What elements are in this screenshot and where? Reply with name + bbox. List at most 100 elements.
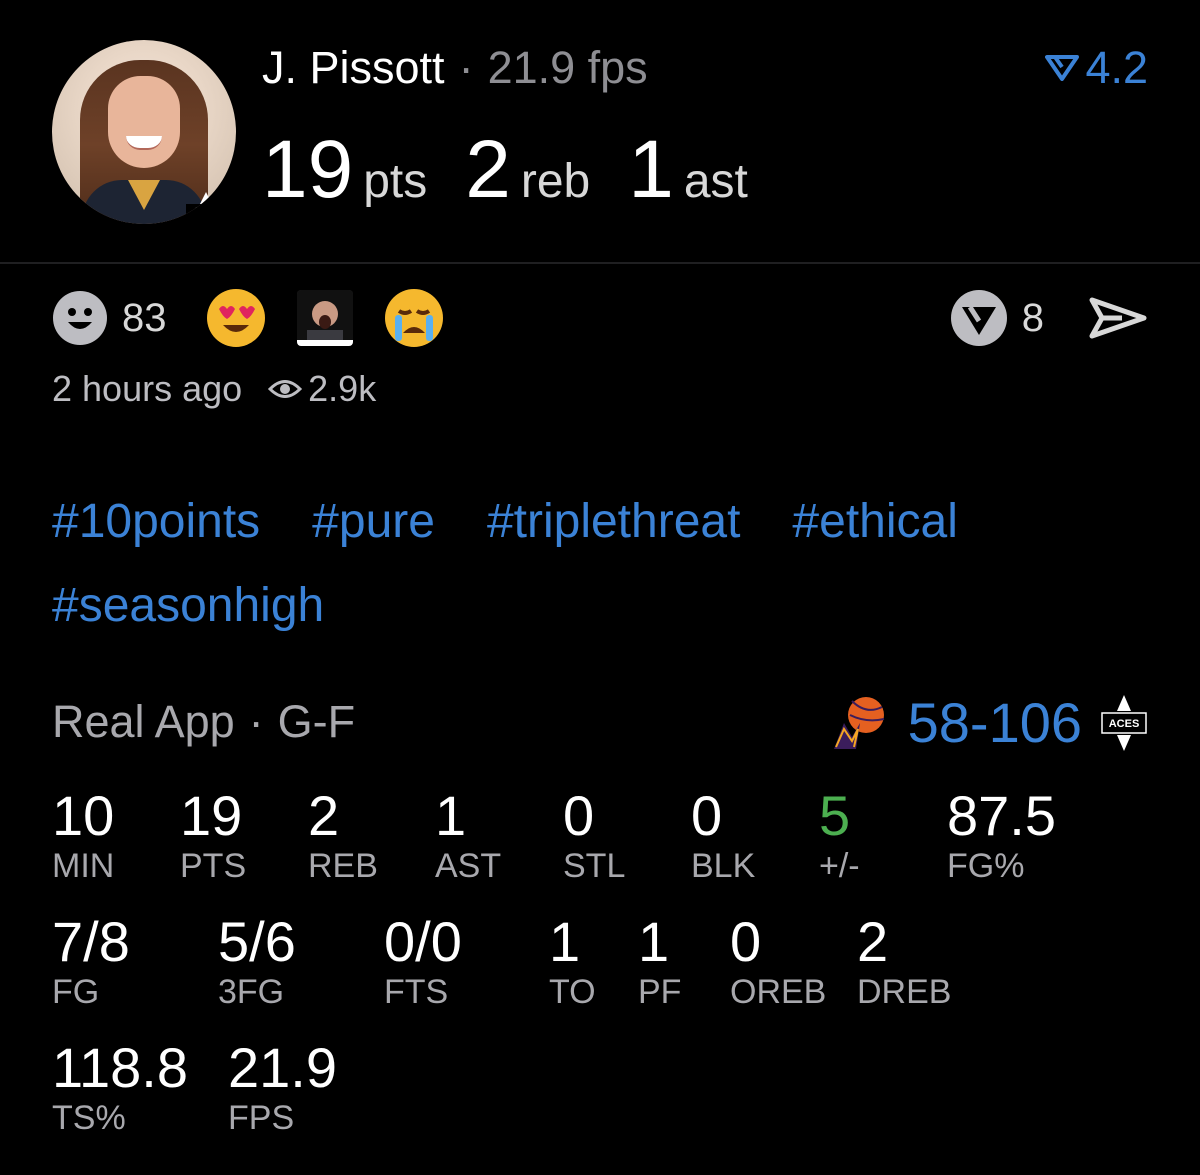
stat-value: 19 [180, 784, 243, 847]
hashtags: #10points #pure #triplethreat #ethical #seas… [52, 480, 1152, 648]
stat-label: PF [638, 973, 682, 1011]
stat-value: 0/0 [384, 910, 462, 973]
stat-label: PTS [180, 847, 247, 885]
fps-summary: 21.9 fps [487, 42, 648, 93]
aces-logo-icon: ACES [182, 190, 230, 224]
smiley-icon [53, 291, 107, 345]
source-app: Real App [52, 696, 235, 747]
player-position: G-F [277, 696, 356, 747]
stat-value: 87.5 [947, 784, 1056, 847]
reply-button[interactable]: 8 [950, 289, 1088, 347]
stat-value: 5 [819, 784, 851, 847]
stat-label: FG% [947, 847, 1025, 885]
player-name-line: J. Pissott · 21.9 fps [262, 42, 648, 94]
stat-label: STL [563, 847, 626, 885]
stat-ast: 1 AST [435, 786, 501, 886]
stat-value: 0 [730, 910, 762, 973]
stat-reb: 2 REB [308, 786, 378, 886]
heart-eyes-emoji-icon[interactable] [206, 289, 265, 347]
stat-fg: 7/8 FG [52, 912, 130, 1012]
stat-label: REB [308, 847, 378, 885]
stat-ts-pct: 118.8 TS% [52, 1038, 188, 1138]
stat-label: FPS [228, 1099, 295, 1137]
separator-dot: · [458, 42, 474, 93]
post-actions: 8 [950, 288, 1148, 348]
hashtag-link[interactable]: #ethical [792, 495, 957, 548]
player-name[interactable]: J. Pissott [262, 42, 445, 93]
stat-plus-minus: 5 +/- [819, 786, 860, 886]
stat-value: 0 [563, 784, 595, 847]
stat-value: 118.8 [52, 1036, 188, 1099]
views-eye-icon [268, 380, 303, 398]
stat-value: 21.9 [228, 1036, 337, 1099]
stat-value: 1 [638, 910, 670, 973]
stat-fts: 0/0 FTS [384, 912, 462, 1012]
stat-oreb: 0 OREB [730, 912, 826, 1012]
stat-fg-pct: 87.5 FG% [947, 786, 1056, 886]
reply-count: 8 [1021, 295, 1044, 340]
stat-min: 10 MIN [52, 786, 114, 886]
headline-stats: 19 pts 2 reb 1 ast [262, 120, 786, 243]
hashtag-link[interactable]: #seasonhigh [52, 579, 324, 632]
stat-label: FTS [384, 973, 449, 1011]
mercury-logo-icon [833, 696, 884, 749]
stat-label: TS% [52, 1099, 126, 1137]
stat-label: +/- [819, 847, 860, 885]
stat-label: MIN [52, 847, 115, 885]
send-icon[interactable] [1088, 294, 1148, 342]
stat-label: TO [549, 973, 596, 1011]
stat-label: 3FG [218, 973, 285, 1011]
rating-badge[interactable]: 4.2 [1045, 42, 1148, 94]
avatar-team-text: ACES [193, 206, 218, 216]
rebounds-unit: reb [520, 155, 591, 208]
stat-value: 2 [308, 784, 340, 847]
rating-value: 4.2 [1085, 42, 1148, 93]
game-source: Real App · G-F [52, 696, 355, 748]
assists-value: 1 [628, 124, 674, 215]
divider [0, 262, 1200, 264]
stat-stl: 0 STL [563, 786, 625, 886]
stat-label: OREB [730, 973, 827, 1011]
rating-arrow-icon [1045, 55, 1080, 81]
score-team-text: ACES [1109, 718, 1140, 730]
stat-fps: 21.9 FPS [228, 1038, 337, 1138]
stat-value: 10 [52, 784, 115, 847]
rebounds-value: 2 [465, 124, 511, 215]
hashtag-link[interactable]: #pure [312, 495, 435, 548]
stat-value: 0 [691, 784, 723, 847]
stat-pts: 19 PTS [180, 786, 246, 886]
stat-value: 1 [435, 784, 467, 847]
views-count: 2.9k [308, 368, 377, 409]
stat-dreb: 2 DREB [857, 912, 951, 1012]
smiley-reaction-button[interactable]: 83 [52, 290, 207, 346]
post-meta: 2 hours ago 2.9k [52, 368, 376, 410]
time-ago: 2 hours ago [52, 368, 243, 409]
stat-label: FG [52, 973, 100, 1011]
reaction-photo-icon[interactable] [296, 290, 353, 346]
separator-dot: · [248, 696, 264, 747]
stat-pf: 1 PF [638, 912, 681, 1012]
stat-value: 5/6 [218, 910, 296, 973]
hashtag-link[interactable]: #10points [52, 495, 260, 548]
stat-value: 2 [857, 910, 889, 973]
stat-to: 1 TO [549, 912, 596, 1012]
stat-value: 7/8 [52, 910, 130, 973]
stat-blk: 0 BLK [691, 786, 755, 886]
points-value: 19 [262, 124, 354, 215]
score-value: 58-106 [907, 691, 1082, 754]
smiley-count: 83 [122, 295, 167, 340]
hashtag-link[interactable]: #triplethreat [487, 495, 740, 548]
game-score[interactable]: 58-106 ACES [830, 690, 1148, 755]
player-avatar[interactable]: ACES [52, 40, 236, 224]
stat-3fg: 5/6 3FG [218, 912, 296, 1012]
crying-emoji-icon[interactable] [384, 289, 443, 347]
stat-label: AST [435, 847, 502, 885]
points-unit: pts [363, 155, 428, 208]
avatar-face [108, 76, 180, 168]
reply-logo-icon [950, 290, 1007, 346]
aces-logo-icon: ACES [1101, 694, 1147, 751]
stat-label: BLK [691, 847, 756, 885]
stat-value: 1 [549, 910, 581, 973]
reactions-row: 83 [52, 288, 475, 348]
stat-label: DREB [857, 973, 952, 1011]
